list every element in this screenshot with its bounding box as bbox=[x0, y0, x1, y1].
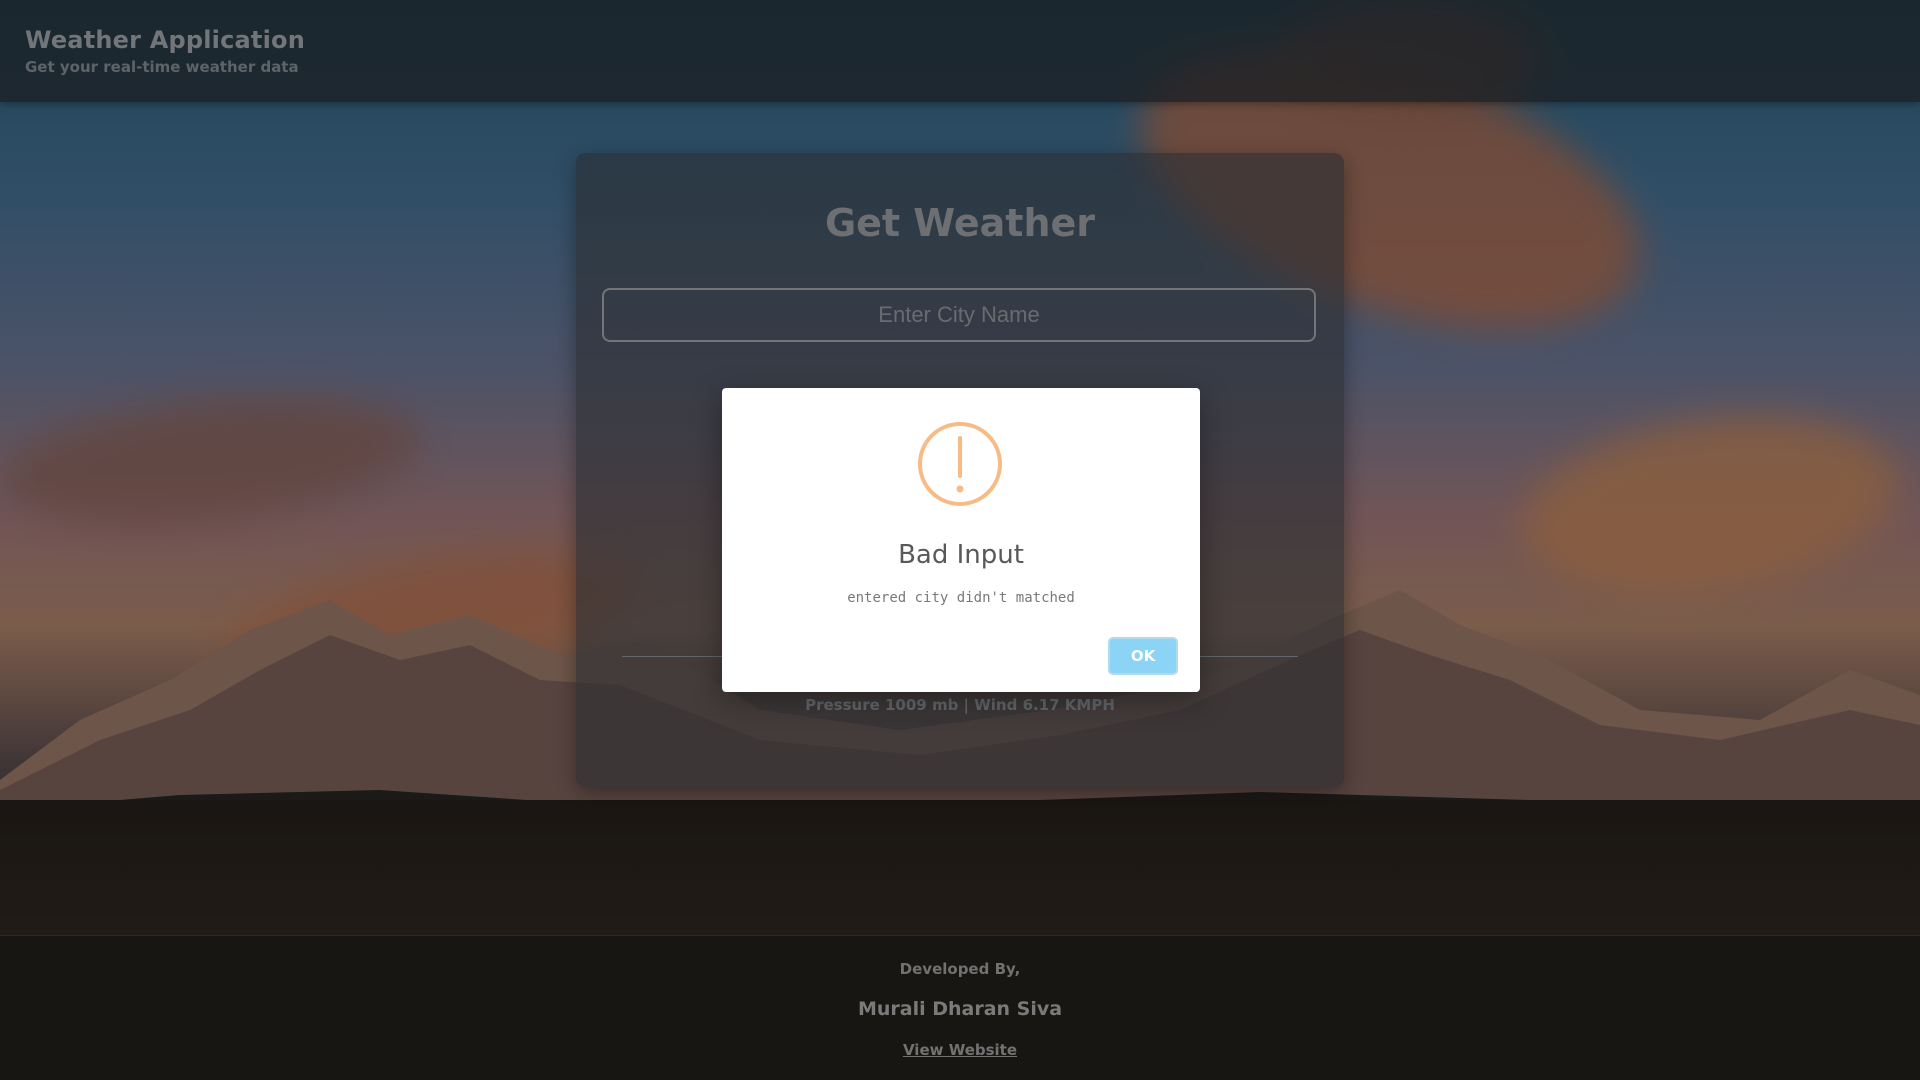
ok-button[interactable]: OK bbox=[1108, 637, 1178, 675]
modal-title: Bad Input bbox=[898, 540, 1024, 570]
alert-dialog: Bad Input entered city didn't matched OK bbox=[722, 388, 1200, 692]
modal-message: entered city didn't matched bbox=[847, 590, 1075, 606]
weather-app-page: Weather Application Get your real-time w… bbox=[0, 0, 1920, 1080]
warning-icon bbox=[918, 422, 1002, 506]
